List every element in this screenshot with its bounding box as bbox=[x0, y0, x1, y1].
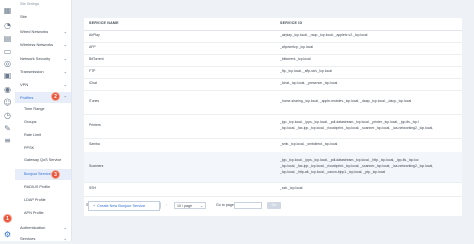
chevron-down-icon: ⌄ bbox=[63, 42, 67, 47]
page-size-select[interactable]: 10 / page ⌄ bbox=[174, 202, 206, 209]
sidebar-subitem-gateway-qos-service[interactable]: Gateway QoS Service bbox=[15, 155, 71, 166]
sidebar-subitem-apn-profile[interactable]: APN Profile bbox=[15, 208, 71, 219]
service-id-cell: _ipp._tcp.local, _ipps._tcp.local, _pdl-… bbox=[280, 120, 419, 124]
service-id-cell: _ichat._tcp.local, _presence._tcp.local bbox=[280, 81, 338, 85]
service-name-cell: iChat bbox=[89, 81, 97, 85]
service-name-cell: BitTorrent bbox=[89, 57, 104, 61]
sidebar-item-network-security[interactable]: Network Security ⌄ bbox=[15, 53, 71, 64]
sidebar-subitem-time-range[interactable]: Time Range bbox=[15, 104, 71, 115]
service-id-cell: _tcp.local, _http-alt._tcp.local, _canon… bbox=[280, 170, 386, 174]
service-name-cell: Printers bbox=[89, 123, 101, 127]
sidebar-item-transmission[interactable]: Transmission ⌄ bbox=[15, 66, 71, 77]
chevron-down-icon: ⌄ bbox=[63, 236, 67, 241]
chevron-down-icon: ⌄ bbox=[63, 82, 67, 87]
user-icon[interactable]: ☺ bbox=[3, 98, 12, 107]
dashboard-icon[interactable]: ▦ bbox=[3, 6, 12, 15]
sidebar-subitem-radius-profile[interactable]: RADIUS Profile bbox=[15, 182, 71, 193]
step-badge-2: 2 bbox=[51, 92, 60, 101]
plus-icon: + bbox=[93, 204, 96, 208]
log-icon[interactable]: ≡ bbox=[3, 136, 12, 145]
service-id-cell: _tcp.local, _fax-ipp._tcp.local, _riousb… bbox=[280, 126, 434, 130]
chevron-down-icon: ⌄ bbox=[63, 56, 67, 61]
sidebar-item-wired-networks[interactable]: Wired Networks ⌄ bbox=[15, 26, 71, 37]
device-icon[interactable]: ▭ bbox=[3, 47, 12, 56]
sidebar-item-services[interactable]: Services ⌄ bbox=[15, 233, 71, 244]
sidebar: Site Settings Site Wired Networks ⌄ Wirel… bbox=[15, 0, 72, 241]
client-icon[interactable]: ▣ bbox=[3, 71, 12, 80]
sidebar-item-profiles[interactable]: Profiles ⌃ bbox=[15, 92, 71, 103]
go-button[interactable]: Go bbox=[267, 202, 281, 209]
create-new-bonjour-service-button[interactable]: + Create New Bonjour Service bbox=[88, 201, 160, 211]
sidebar-item-authentication[interactable]: Authentication ⌄ bbox=[15, 222, 71, 233]
globe-icon[interactable]: ◎ bbox=[3, 59, 12, 68]
service-name-cell: iTunes bbox=[89, 99, 100, 103]
service-name-cell: FTP bbox=[89, 69, 96, 73]
bonjour-service-table: SERVICE NAME SERVICE ID AirPlay _airplay… bbox=[84, 18, 462, 216]
chevron-down-icon: ⌄ bbox=[63, 69, 67, 74]
chevron-down-icon: ⌄ bbox=[63, 29, 67, 34]
service-id-cell: _bittorrent._tcp.local bbox=[280, 57, 311, 61]
column-header-service-name: SERVICE NAME bbox=[89, 21, 119, 25]
table-row: Samba _smb._tcp.local, _smbdirect._tcp.l… bbox=[84, 138, 462, 153]
service-id-cell: _ipp._tcp.local, _ipps._tcp.local, _pdl-… bbox=[280, 158, 419, 162]
sidebar-subitem-bonjour-service[interactable]: Bonjour Service bbox=[15, 169, 71, 180]
step-badge-1: 1 bbox=[3, 214, 12, 223]
service-id-cell: _smb._tcp.local, _smbdirect._tcp.local bbox=[280, 142, 338, 146]
sidebar-subitem-ppsk[interactable]: PPSK bbox=[15, 143, 71, 154]
sidebar-item-wireless-networks[interactable]: Wireless Networks ⌄ bbox=[15, 39, 71, 50]
service-id-cell: _ftp._tcp.local, _sftp-ssh._tcp.local bbox=[280, 69, 332, 73]
goto-page-label: Go to page: bbox=[216, 203, 235, 207]
tools-icon[interactable]: ✎ bbox=[3, 124, 12, 133]
table-row: SSH _ssh._tcp.local bbox=[84, 182, 462, 197]
service-id-cell: _tcp.local, _fax-ipp._tcp.local, _riousb… bbox=[280, 164, 434, 168]
chevron-up-icon: ⌃ bbox=[63, 95, 67, 100]
network-icon[interactable]: ▤ bbox=[3, 34, 12, 43]
chevron-down-icon: ⌄ bbox=[63, 225, 67, 230]
step-badge-3: 3 bbox=[51, 170, 60, 179]
table-row: Scanners _ipp._tcp.local, _ipps._tcp.loc… bbox=[84, 152, 462, 183]
location-icon[interactable]: ◉ bbox=[3, 85, 12, 94]
service-id-cell: _ssh._tcp.local bbox=[280, 186, 303, 190]
sidebar-subitem-ldap-profile[interactable]: LDAP Profile bbox=[15, 195, 71, 206]
table-row: iTunes _home-sharing._tcp.local, _apple-… bbox=[84, 90, 462, 115]
next-page-button[interactable]: › bbox=[163, 202, 170, 209]
goto-page-input[interactable] bbox=[234, 202, 262, 209]
service-name-cell: SSH bbox=[89, 186, 96, 190]
wifi-icon[interactable]: ◔ bbox=[3, 21, 12, 30]
service-name-cell: Scanners bbox=[89, 164, 104, 168]
service-name-cell: Samba bbox=[89, 142, 100, 146]
service-id-cell: _home-sharing._tcp.local, _apple-mobdev.… bbox=[280, 99, 412, 103]
sidebar-item-vpn[interactable]: VPN ⌄ bbox=[15, 79, 71, 90]
time-icon[interactable]: ◷ bbox=[3, 111, 12, 120]
sidebar-item-site[interactable]: Site bbox=[15, 11, 71, 22]
sidebar-top-label: Site Settings bbox=[20, 2, 40, 6]
sidebar-subitem-groups[interactable]: Groups bbox=[15, 117, 71, 128]
service-name-cell: AFP bbox=[89, 45, 96, 49]
service-id-cell: _airplay._tcp.local, _raop._tcp.local, _… bbox=[280, 33, 368, 37]
sidebar-subitem-rate-limit[interactable]: Rate Limit bbox=[15, 130, 71, 141]
chevron-down-icon: ⌄ bbox=[200, 204, 203, 208]
column-header-service-id: SERVICE ID bbox=[280, 21, 303, 25]
settings-icon[interactable]: ⚙ bbox=[3, 230, 12, 239]
icon-rail: ▦ ◔ ▤ ▭ ◎ ▣ ◉ ☺ ◷ ✎ ≡ ⚙ bbox=[0, 0, 16, 241]
service-name-cell: AirPlay bbox=[89, 33, 100, 37]
table-row: Printers _ipp._tcp.local, _ipps._tcp.loc… bbox=[84, 114, 462, 139]
create-button-label: Create New Bonjour Service bbox=[97, 204, 146, 208]
service-id-cell: _afpovertcp._tcp.local bbox=[280, 45, 313, 49]
